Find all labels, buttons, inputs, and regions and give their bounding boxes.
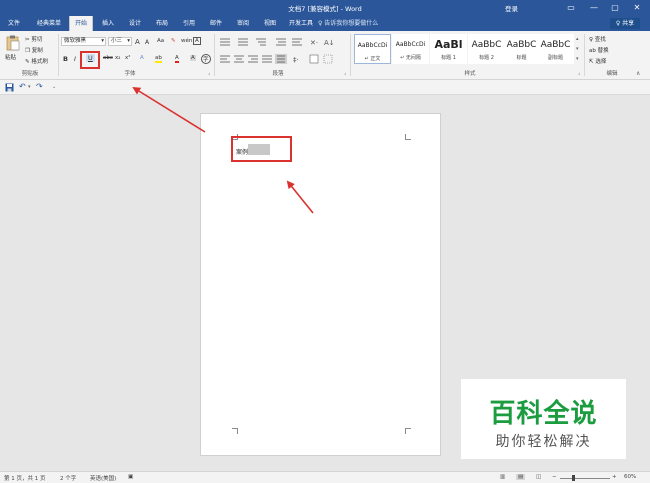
zoom-out-button[interactable]: −	[552, 474, 557, 480]
arrow-to-text	[286, 180, 314, 214]
zoom-in-button[interactable]: +	[612, 474, 617, 480]
zoom-level[interactable]: 60%	[624, 474, 636, 480]
word-count[interactable]: 2 个字	[60, 474, 76, 482]
language[interactable]: 英语(美国)	[90, 474, 116, 482]
web-layout-icon[interactable]: ◫	[536, 474, 541, 480]
read-mode-icon[interactable]: ▥	[500, 474, 505, 480]
watermark-logo: 百科全说 助你轻松解决	[461, 379, 626, 459]
watermark-title: 百科全说	[489, 399, 598, 429]
page-count[interactable]: 第 1 页，共 1 页	[4, 474, 46, 482]
print-layout-icon[interactable]: ▤	[516, 474, 526, 480]
macro-record-icon[interactable]: ▣	[128, 474, 133, 480]
arrow-to-underline	[132, 86, 206, 133]
watermark-subtitle: 助你轻松解决	[495, 434, 592, 450]
status-bar: 第 1 页，共 1 页 2 个字 英语(美国) ▣ ▥ ▤ ◫ − + 60%	[0, 471, 650, 483]
zoom-slider[interactable]	[560, 478, 610, 479]
zoom-slider-thumb[interactable]	[572, 475, 575, 481]
